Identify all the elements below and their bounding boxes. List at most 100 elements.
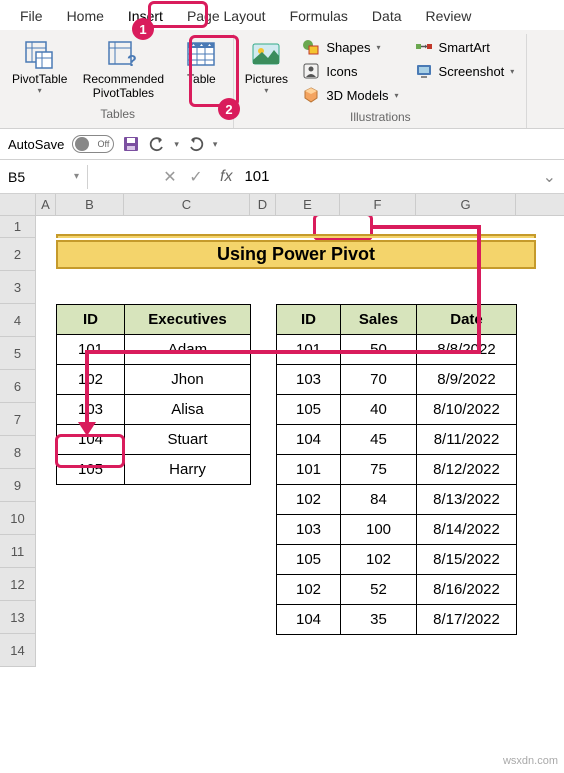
cell[interactable]: 105 bbox=[277, 395, 341, 425]
cell[interactable]: 52 bbox=[341, 575, 417, 605]
tab-review[interactable]: Review bbox=[414, 2, 484, 30]
cell[interactable]: 8/14/2022 bbox=[417, 515, 517, 545]
table-header[interactable]: Sales bbox=[341, 305, 417, 335]
screenshot-button[interactable]: Screenshot ▾ bbox=[411, 60, 519, 82]
cell[interactable]: 103 bbox=[277, 365, 341, 395]
col-header-g[interactable]: G bbox=[416, 194, 516, 215]
cell[interactable]: 105 bbox=[277, 545, 341, 575]
redo-icon[interactable] bbox=[187, 135, 205, 153]
tab-file[interactable]: File bbox=[8, 2, 55, 30]
row-header[interactable]: 4 bbox=[0, 304, 36, 337]
cell[interactable]: 8/12/2022 bbox=[417, 455, 517, 485]
cell[interactable]: 103 bbox=[277, 515, 341, 545]
cell[interactable]: 8/17/2022 bbox=[417, 605, 517, 635]
save-icon[interactable] bbox=[122, 135, 140, 153]
row-header[interactable]: 10 bbox=[0, 502, 36, 535]
tab-formulas[interactable]: Formulas bbox=[278, 2, 360, 30]
col-header-d[interactable]: D bbox=[250, 194, 276, 215]
pictures-label: Pictures bbox=[245, 72, 288, 86]
cell[interactable]: Jhon bbox=[125, 365, 251, 395]
expand-formula-bar-icon[interactable]: ⌄ bbox=[535, 167, 564, 187]
row-header[interactable]: 1 bbox=[0, 216, 36, 238]
chevron-down-icon[interactable]: ▾ bbox=[174, 139, 179, 150]
cell[interactable]: 102 bbox=[277, 575, 341, 605]
cell[interactable]: 105 bbox=[57, 455, 125, 485]
row-header[interactable]: 3 bbox=[0, 271, 36, 304]
col-header-f[interactable]: F bbox=[340, 194, 416, 215]
table-header[interactable]: Date bbox=[417, 305, 517, 335]
cell[interactable]: 40 bbox=[341, 395, 417, 425]
cell[interactable]: 8/11/2022 bbox=[417, 425, 517, 455]
cell[interactable]: 84 bbox=[341, 485, 417, 515]
cell[interactable]: 8/16/2022 bbox=[417, 575, 517, 605]
select-all-corner[interactable] bbox=[0, 194, 36, 215]
row-header[interactable]: 13 bbox=[0, 601, 36, 634]
cancel-formula-icon[interactable]: ✕ bbox=[160, 167, 180, 187]
row-header[interactable]: 2 bbox=[0, 238, 36, 271]
cell[interactable]: 103 bbox=[57, 395, 125, 425]
cell[interactable]: 102 bbox=[341, 545, 417, 575]
3d-models-button[interactable]: 3D Models ▾ bbox=[298, 84, 402, 106]
cell[interactable]: Stuart bbox=[125, 425, 251, 455]
cell-area[interactable]: Using Power Pivot ID Executives 101Adam … bbox=[36, 216, 536, 667]
undo-icon[interactable] bbox=[148, 135, 166, 153]
row-header[interactable]: 6 bbox=[0, 370, 36, 403]
cell[interactable]: 50 bbox=[341, 335, 417, 365]
row-header[interactable]: 14 bbox=[0, 634, 36, 667]
icons-button[interactable]: Icons bbox=[298, 60, 402, 82]
table-header[interactable]: ID bbox=[277, 305, 341, 335]
cell[interactable]: 101 bbox=[277, 335, 341, 365]
cell[interactable]: 100 bbox=[341, 515, 417, 545]
cell[interactable]: 101 bbox=[57, 335, 125, 365]
cell[interactable]: 8/13/2022 bbox=[417, 485, 517, 515]
formula-input[interactable]: 101 bbox=[238, 164, 534, 189]
pivottable-button[interactable]: PivotTable ▾ bbox=[6, 34, 73, 97]
cell[interactable]: 45 bbox=[341, 425, 417, 455]
col-header-a[interactable]: A bbox=[36, 194, 56, 215]
cell[interactable]: Harry bbox=[125, 455, 251, 485]
smartart-button[interactable]: SmartArt bbox=[411, 36, 519, 58]
row-header[interactable]: 9 bbox=[0, 469, 36, 502]
autosave-toggle[interactable]: Off bbox=[72, 135, 114, 153]
row-header[interactable]: 8 bbox=[0, 436, 36, 469]
accept-formula-icon[interactable]: ✓ bbox=[186, 167, 206, 187]
col-header-b[interactable]: B bbox=[56, 194, 124, 215]
cell[interactable]: 102 bbox=[57, 365, 125, 395]
cell[interactable]: 8/8/2022 bbox=[417, 335, 517, 365]
cell[interactable]: 104 bbox=[57, 425, 125, 455]
row-header[interactable]: 7 bbox=[0, 403, 36, 436]
cell[interactable]: 8/9/2022 bbox=[417, 365, 517, 395]
cell[interactable]: 102 bbox=[277, 485, 341, 515]
cell[interactable]: 35 bbox=[341, 605, 417, 635]
tab-home[interactable]: Home bbox=[55, 2, 116, 30]
pictures-button[interactable]: Pictures ▾ bbox=[238, 34, 294, 97]
cell[interactable]: 75 bbox=[341, 455, 417, 485]
cell[interactable]: 8/15/2022 bbox=[417, 545, 517, 575]
cell[interactable]: Adam bbox=[125, 335, 251, 365]
fx-icon[interactable]: fx bbox=[214, 168, 238, 186]
cell[interactable]: Alisa bbox=[125, 395, 251, 425]
table-button[interactable]: Table bbox=[173, 34, 229, 88]
shapes-button[interactable]: Shapes ▾ bbox=[298, 36, 402, 58]
name-box[interactable]: B5 ▾ bbox=[0, 165, 88, 189]
cell[interactable]: 101 bbox=[277, 455, 341, 485]
table-row: 105Harry bbox=[57, 455, 251, 485]
table-row: 104358/17/2022 bbox=[277, 605, 517, 635]
recommended-pivottables-button[interactable]: ? Recommended PivotTables bbox=[73, 34, 173, 103]
col-header-c[interactable]: C bbox=[124, 194, 250, 215]
screenshot-icon bbox=[415, 62, 433, 80]
tab-data[interactable]: Data bbox=[360, 2, 414, 30]
icons-icon bbox=[302, 62, 320, 80]
row-header[interactable]: 12 bbox=[0, 568, 36, 601]
chevron-down-icon[interactable]: ▾ bbox=[213, 139, 218, 150]
table-header[interactable]: ID bbox=[57, 305, 125, 335]
row-header[interactable]: 11 bbox=[0, 535, 36, 568]
cell[interactable]: 104 bbox=[277, 605, 341, 635]
table-header[interactable]: Executives bbox=[125, 305, 251, 335]
row-header[interactable]: 5 bbox=[0, 337, 36, 370]
cell[interactable]: 8/10/2022 bbox=[417, 395, 517, 425]
cell[interactable]: 104 bbox=[277, 425, 341, 455]
tab-page-layout[interactable]: Page Layout bbox=[175, 2, 278, 30]
col-header-e[interactable]: E bbox=[276, 194, 340, 215]
cell[interactable]: 70 bbox=[341, 365, 417, 395]
